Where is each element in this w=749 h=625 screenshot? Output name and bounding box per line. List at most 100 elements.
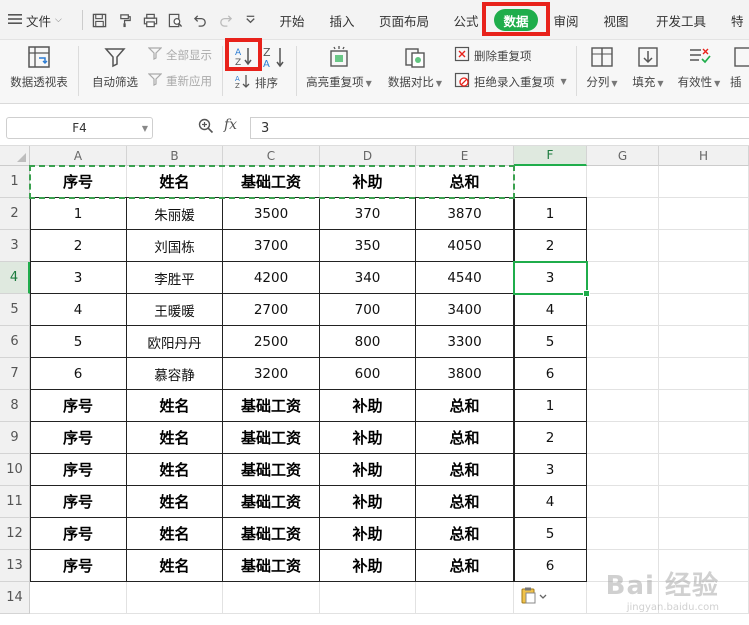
cell-d2[interactable]: 370 — [320, 198, 416, 230]
cell-a9[interactable]: 序号 — [30, 422, 127, 454]
cell-f10[interactable]: 3 — [514, 454, 587, 486]
tab-insert[interactable]: 插入 — [326, 0, 358, 40]
undo-icon[interactable] — [191, 11, 209, 29]
cell-g11[interactable] — [587, 486, 659, 518]
cell-d7[interactable]: 600 — [320, 358, 416, 390]
cell-e13[interactable]: 总和 — [416, 550, 514, 582]
cell-d6[interactable]: 800 — [320, 326, 416, 358]
zoom-search-icon[interactable] — [198, 118, 214, 137]
cell-f4[interactable]: 3 — [514, 262, 587, 294]
tab-data[interactable]: 数据 — [494, 9, 538, 31]
cell-b13[interactable]: 姓名 — [127, 550, 223, 582]
row-header-13[interactable]: 13 — [0, 550, 30, 582]
name-box[interactable]: F4 ▼ — [6, 117, 153, 139]
print-preview-icon[interactable] — [166, 11, 184, 29]
column-header-b[interactable]: B — [127, 146, 223, 166]
cell-c8[interactable]: 基础工资 — [223, 390, 320, 422]
cell-f13[interactable]: 6 — [514, 550, 587, 582]
data-compare-button[interactable]: 数据对比 ▼ — [382, 44, 448, 90]
row-header-5[interactable]: 5 — [0, 294, 30, 326]
cell-f9[interactable]: 2 — [514, 422, 587, 454]
cell-e14[interactable] — [416, 582, 514, 614]
cell-f5[interactable]: 4 — [514, 294, 587, 326]
cell-a6[interactable]: 5 — [30, 326, 127, 358]
cell-g5[interactable] — [587, 294, 659, 326]
cell-c13[interactable]: 基础工资 — [223, 550, 320, 582]
cell-b7[interactable]: 慕容静 — [127, 358, 223, 390]
cell-c2[interactable]: 3500 — [223, 198, 320, 230]
cell-g12[interactable] — [587, 518, 659, 550]
cell-c12[interactable]: 基础工资 — [223, 518, 320, 550]
cell-f6[interactable]: 5 — [514, 326, 587, 358]
cell-h5[interactable] — [659, 294, 749, 326]
cell-a3[interactable]: 2 — [30, 230, 127, 262]
row-header-14[interactable]: 14 — [0, 582, 30, 614]
cell-b2[interactable]: 朱丽媛 — [127, 198, 223, 230]
cell-b11[interactable]: 姓名 — [127, 486, 223, 518]
cell-h3[interactable] — [659, 230, 749, 262]
cell-d14[interactable] — [320, 582, 416, 614]
cell-g6[interactable] — [587, 326, 659, 358]
formula-input[interactable]: 3 — [250, 117, 749, 139]
cell-e10[interactable]: 总和 — [416, 454, 514, 486]
split-columns-button[interactable]: 分列 ▼ — [582, 44, 622, 90]
cell-h1[interactable] — [659, 166, 749, 198]
cell-d5[interactable]: 700 — [320, 294, 416, 326]
cell-c7[interactable]: 3200 — [223, 358, 320, 390]
cell-e11[interactable]: 总和 — [416, 486, 514, 518]
row-header-12[interactable]: 12 — [0, 518, 30, 550]
row-header-7[interactable]: 7 — [0, 358, 30, 390]
column-header-e[interactable]: E — [416, 146, 514, 166]
cell-e5[interactable]: 3400 — [416, 294, 514, 326]
cell-e1[interactable]: 总和 — [416, 166, 514, 198]
cell-b8[interactable]: 姓名 — [127, 390, 223, 422]
cell-c9[interactable]: 基础工资 — [223, 422, 320, 454]
cell-c4[interactable]: 4200 — [223, 262, 320, 294]
cell-g2[interactable] — [587, 198, 659, 230]
sort-descending-button[interactable]: ZA — [262, 46, 288, 71]
cell-b10[interactable]: 姓名 — [127, 454, 223, 486]
paste-options-button[interactable] — [520, 587, 550, 608]
column-header-h[interactable]: H — [659, 146, 749, 166]
cell-e2[interactable]: 3870 — [416, 198, 514, 230]
cell-e12[interactable]: 总和 — [416, 518, 514, 550]
reapply-button[interactable]: 重新应用 — [147, 72, 212, 89]
cell-e4[interactable]: 4540 — [416, 262, 514, 294]
cell-c6[interactable]: 2500 — [223, 326, 320, 358]
cell-d9[interactable]: 补助 — [320, 422, 416, 454]
cell-e7[interactable]: 3800 — [416, 358, 514, 390]
cell-b14[interactable] — [127, 582, 223, 614]
sort-button[interactable]: AZ 排序 — [235, 73, 278, 92]
row-header-3[interactable]: 3 — [0, 230, 30, 262]
remove-duplicates-button[interactable]: 删除重复项 — [454, 46, 532, 65]
cell-a8[interactable]: 序号 — [30, 390, 127, 422]
cell-h2[interactable] — [659, 198, 749, 230]
column-header-d[interactable]: D — [320, 146, 416, 166]
cell-f8[interactable]: 1 — [514, 390, 587, 422]
cell-d12[interactable]: 补助 — [320, 518, 416, 550]
show-all-button[interactable]: 全部显示 — [147, 46, 212, 63]
row-header-9[interactable]: 9 — [0, 422, 30, 454]
cell-d4[interactable]: 340 — [320, 262, 416, 294]
fill-button[interactable]: 填充 ▼ — [628, 44, 668, 90]
redo-icon[interactable] — [216, 11, 234, 29]
print-icon[interactable] — [141, 11, 159, 29]
cell-g7[interactable] — [587, 358, 659, 390]
cell-b12[interactable]: 姓名 — [127, 518, 223, 550]
cell-h7[interactable] — [659, 358, 749, 390]
cell-g1[interactable] — [587, 166, 659, 198]
cell-g8[interactable] — [587, 390, 659, 422]
cell-c11[interactable]: 基础工资 — [223, 486, 320, 518]
cell-h4[interactable] — [659, 262, 749, 294]
cell-b4[interactable]: 李胜平 — [127, 262, 223, 294]
cell-b1[interactable]: 姓名 — [127, 166, 223, 198]
reject-duplicates-button[interactable]: 拒绝录入重复项 ▼ — [454, 72, 567, 91]
cell-a14[interactable] — [30, 582, 127, 614]
format-painter-icon[interactable] — [116, 11, 134, 29]
cell-f7[interactable]: 6 — [514, 358, 587, 390]
highlight-duplicates-button[interactable]: 高亮重复项 ▼ — [302, 44, 376, 90]
cell-c1[interactable]: 基础工资 — [223, 166, 320, 198]
row-header-4[interactable]: 4 — [0, 262, 30, 294]
cell-a11[interactable]: 序号 — [30, 486, 127, 518]
column-header-f[interactable]: F — [514, 146, 587, 166]
